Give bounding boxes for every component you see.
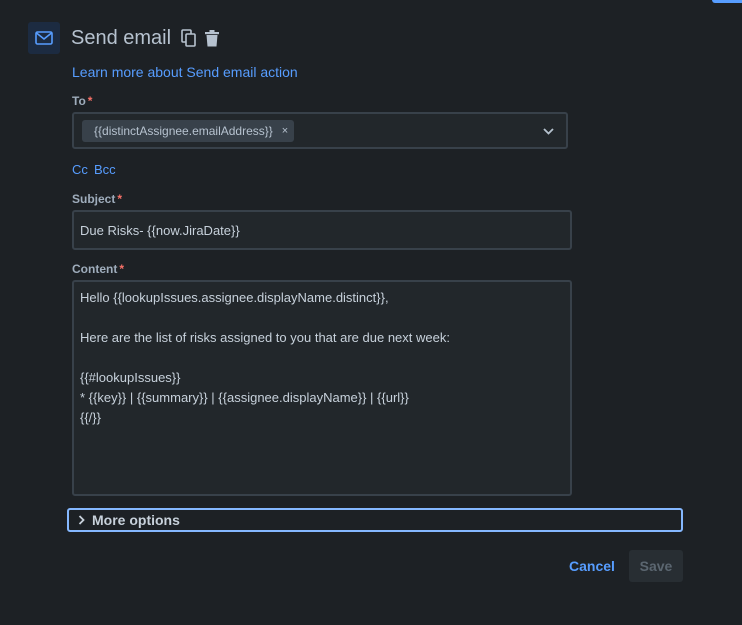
chevron-down-icon[interactable] [542,125,554,137]
save-button[interactable]: Save [629,550,683,582]
mail-icon [28,22,60,54]
more-options-toggle[interactable]: More options [67,508,683,532]
recipient-tag: {{distinctAssignee.emailAddress}} × [82,119,295,142]
trash-icon[interactable] [202,27,222,49]
required-marker: * [87,94,93,108]
content-textarea[interactable]: Hello {{lookupIssues.assignee.displayNam… [72,280,572,496]
cancel-button[interactable]: Cancel [562,550,622,582]
action-header: Send email [28,22,222,54]
learn-more-link[interactable]: Learn more about Send email action [72,64,298,80]
recipient-tag-label: {{distinctAssignee.emailAddress}} [94,123,273,138]
subject-label: Subject * [72,192,122,206]
subject-input[interactable] [72,210,572,250]
copy-icon[interactable] [179,27,199,49]
to-label: To * [72,94,92,108]
top-accent-bar [712,0,742,3]
content-label-text: Content [72,262,118,276]
to-select[interactable]: {{distinctAssignee.emailAddress}} × [72,112,568,149]
cc-link[interactable]: Cc [72,162,88,177]
page-title: Send email [71,26,172,49]
content-label: Content * [72,262,124,276]
chevron-right-icon [75,514,87,526]
subject-label-text: Subject [72,192,116,206]
more-options-label: More options [92,512,180,528]
bcc-link[interactable]: Bcc [94,162,116,177]
close-icon[interactable]: × [282,125,288,137]
to-label-text: To [72,94,86,108]
required-marker: * [117,192,123,206]
required-marker: * [119,262,124,276]
